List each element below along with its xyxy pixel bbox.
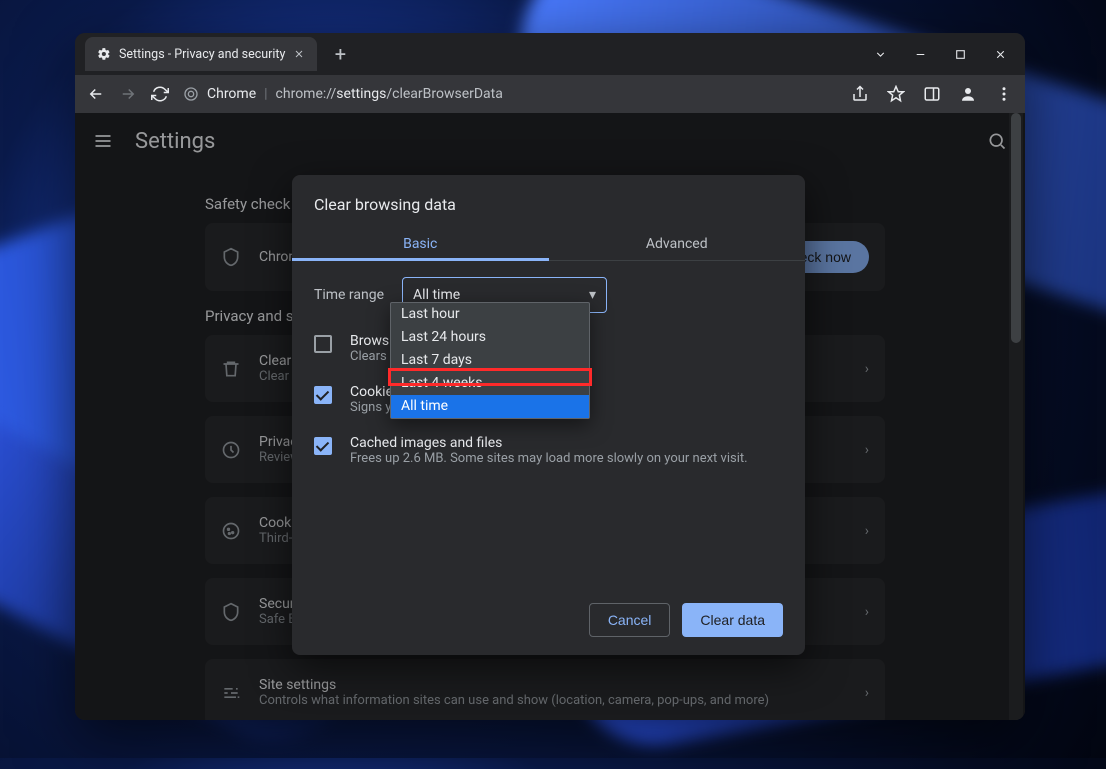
back-button[interactable] — [87, 85, 105, 103]
chevron-right-icon: › — [865, 685, 869, 701]
checkbox[interactable] — [314, 335, 332, 353]
chrome-logo-icon — [183, 86, 199, 102]
settings-title: Settings — [135, 129, 215, 154]
cookie-icon — [221, 521, 241, 541]
browser-tab[interactable]: Settings - Privacy and security — [85, 37, 317, 71]
url-divider: | — [264, 86, 267, 102]
option-last-24-hours[interactable]: Last 24 hours — [391, 326, 589, 349]
chevron-right-icon: › — [865, 361, 869, 377]
tab-advanced[interactable]: Advanced — [549, 228, 806, 260]
close-window-button[interactable] — [991, 45, 1009, 63]
minimize-button[interactable] — [911, 45, 929, 63]
new-tab-button[interactable]: + — [325, 42, 355, 66]
chevron-down-icon: ▾ — [589, 287, 596, 303]
chevron-right-icon: › — [865, 442, 869, 458]
tab-basic[interactable]: Basic — [292, 228, 549, 260]
forward-button[interactable] — [119, 85, 137, 103]
checkbox[interactable] — [314, 386, 332, 404]
chrome-window: Settings - Privacy and security + Chrome… — [75, 33, 1025, 720]
hamburger-icon[interactable] — [93, 131, 113, 151]
profile-icon[interactable] — [959, 85, 977, 103]
scrollbar-track[interactable] — [1009, 113, 1023, 720]
title-bar: Settings - Privacy and security + — [75, 33, 1025, 75]
address-bar[interactable]: Chrome | chrome://settings/clearBrowserD… — [183, 86, 837, 102]
window-caption-buttons — [871, 45, 1025, 63]
shield-icon — [221, 247, 241, 267]
menu-icon[interactable] — [995, 85, 1013, 103]
row-site-settings[interactable]: Site settingsControls what information s… — [205, 659, 885, 720]
option-last-4-weeks[interactable]: Last 4 weeks — [391, 372, 589, 395]
time-range-dropdown: Last hour Last 24 hours Last 7 days Last… — [390, 302, 590, 419]
search-icon[interactable] — [987, 131, 1007, 151]
chevron-right-icon: › — [865, 523, 869, 539]
option-last-7-days[interactable]: Last 7 days — [391, 349, 589, 372]
option-last-hour[interactable]: Last hour — [391, 303, 589, 326]
option-cached[interactable]: Cached images and filesFrees up 2.6 MB. … — [314, 435, 783, 466]
close-tab-icon[interactable] — [293, 48, 305, 60]
checkbox[interactable] — [314, 437, 332, 455]
tab-title: Settings - Privacy and security — [119, 47, 285, 62]
clear-data-button[interactable]: Clear data — [682, 603, 783, 637]
time-range-label: Time range — [314, 287, 384, 303]
shield-icon — [221, 602, 241, 622]
settings-header: Settings — [75, 113, 1025, 169]
share-icon[interactable] — [851, 85, 869, 103]
time-range-value: All time — [413, 287, 460, 303]
bookmark-icon[interactable] — [887, 85, 905, 103]
dialog-title: Clear browsing data — [292, 175, 805, 228]
chevron-right-icon: › — [865, 604, 869, 620]
chevron-down-icon[interactable] — [871, 45, 889, 63]
sliders-icon — [221, 683, 241, 703]
url-path: chrome://settings/clearBrowserData — [276, 86, 503, 102]
cancel-button[interactable]: Cancel — [589, 603, 671, 637]
url-origin: Chrome — [207, 86, 256, 102]
reload-button[interactable] — [151, 85, 169, 103]
side-panel-icon[interactable] — [923, 85, 941, 103]
option-all-time[interactable]: All time — [391, 395, 589, 418]
browser-toolbar: Chrome | chrome://settings/clearBrowserD… — [75, 75, 1025, 113]
gear-icon — [97, 47, 111, 61]
settings-content: Settings Safety check Chrome Check now P… — [75, 113, 1025, 720]
scrollbar-thumb[interactable] — [1011, 113, 1021, 343]
maximize-button[interactable] — [951, 45, 969, 63]
compass-icon — [221, 440, 241, 460]
trash-icon — [221, 359, 241, 379]
